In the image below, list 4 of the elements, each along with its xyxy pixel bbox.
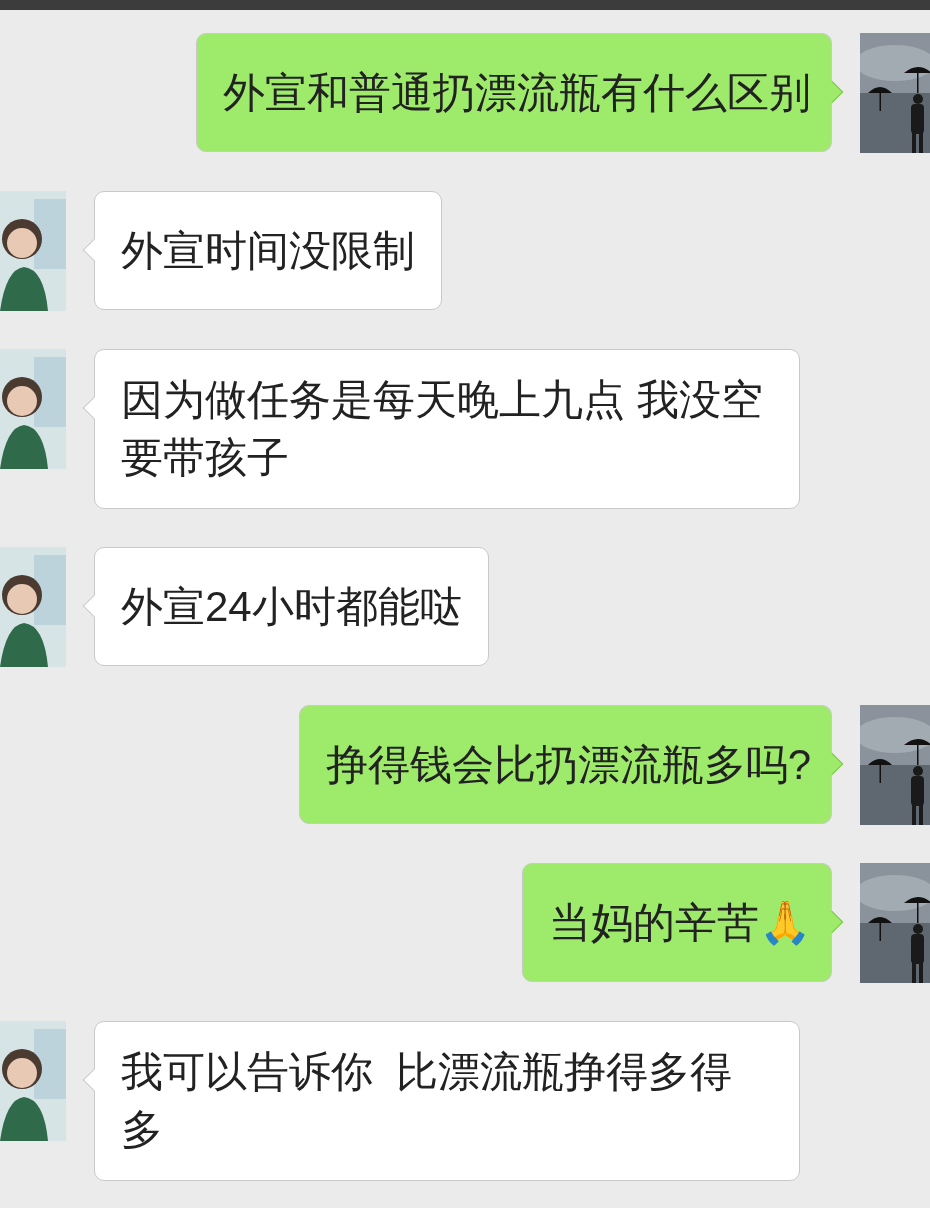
avatar-icon (0, 349, 66, 469)
avatar-icon (0, 1021, 66, 1141)
avatar-icon (0, 547, 66, 667)
avatar-icon (0, 191, 66, 311)
